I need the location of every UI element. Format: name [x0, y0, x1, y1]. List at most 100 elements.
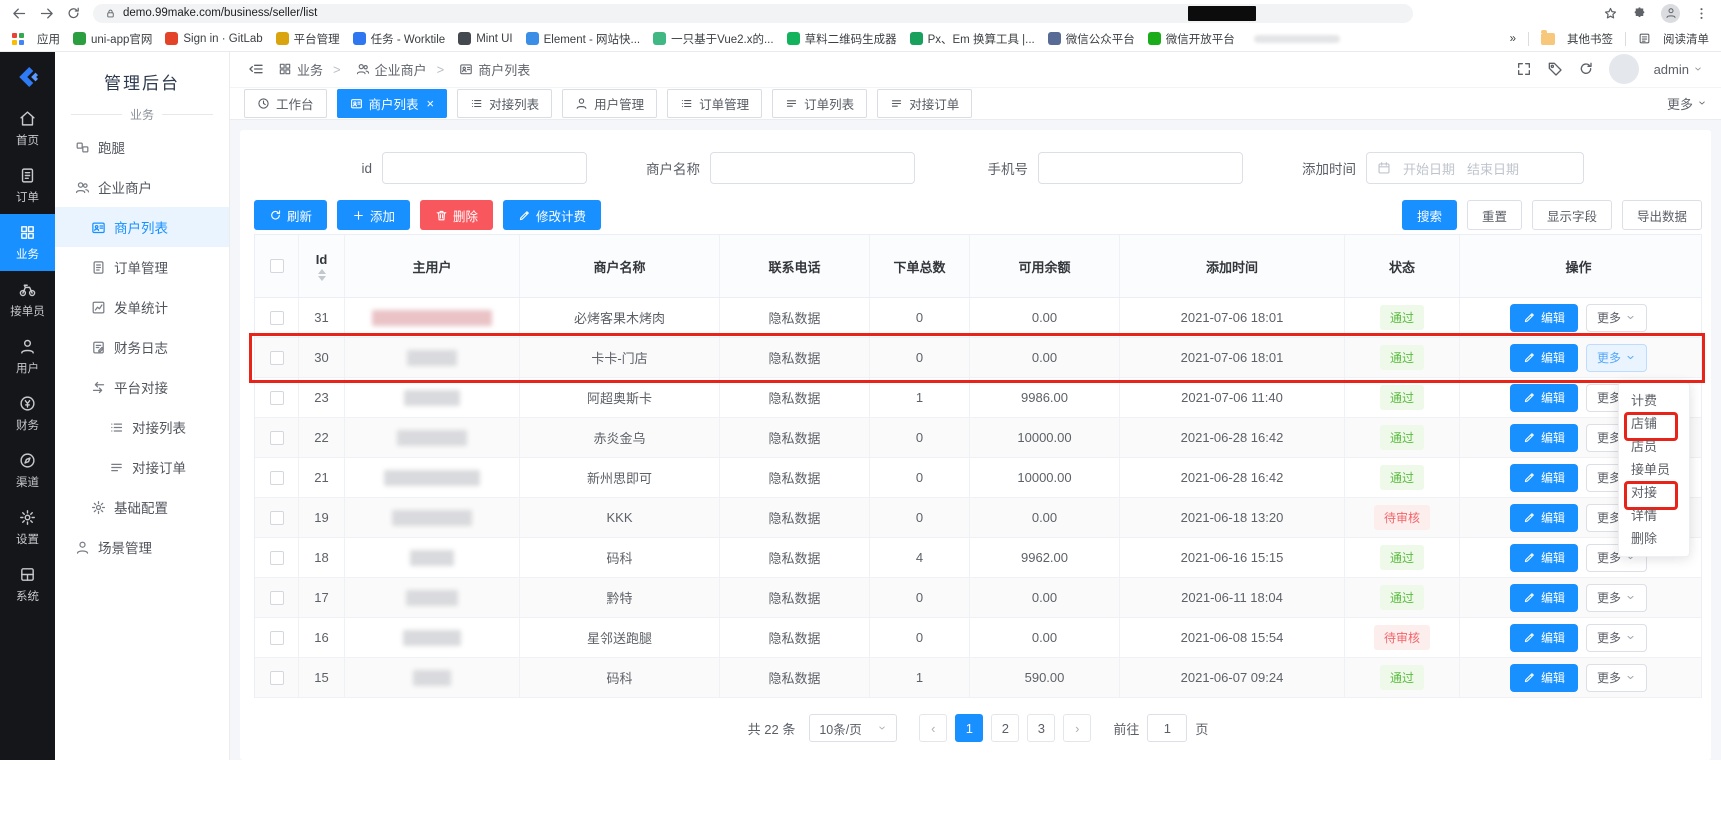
rail-item[interactable]: 设置	[0, 499, 55, 556]
more-button[interactable]: 更多	[1586, 584, 1647, 612]
fullscreen-icon[interactable]	[1516, 61, 1532, 77]
prev-page-button[interactable]: ‹	[919, 714, 947, 742]
browser-menu-icon[interactable]	[1694, 6, 1709, 21]
rail-item[interactable]: 渠道	[0, 442, 55, 499]
sort-icon[interactable]	[318, 269, 326, 281]
rail-item[interactable]: 系统	[0, 556, 55, 613]
rail-item[interactable]: 接单员	[0, 271, 55, 328]
tab[interactable]: 订单管理	[667, 89, 762, 118]
extensions-icon[interactable]	[1632, 6, 1647, 21]
dropdown-item[interactable]: 计费	[1619, 389, 1689, 412]
sidebar-item[interactable]: 发单统计	[55, 287, 229, 327]
apps-label[interactable]: 应用	[37, 31, 60, 47]
dropdown-item[interactable]: 对接	[1619, 481, 1689, 504]
next-page-button[interactable]: ›	[1063, 714, 1091, 742]
edit-button[interactable]: 编辑	[1510, 584, 1578, 612]
sidebar-item[interactable]: 商户列表	[55, 207, 229, 247]
bookmark[interactable]: 草料二维码生成器	[787, 31, 897, 47]
other-bookmarks-label[interactable]: 其他书签	[1567, 31, 1613, 47]
select-all-checkbox[interactable]	[270, 259, 284, 273]
tab[interactable]: 商户列表 ×	[337, 89, 448, 118]
tab[interactable]: 对接列表	[457, 89, 552, 118]
edit-button[interactable]: 编辑	[1510, 304, 1578, 332]
breadcrumb-item[interactable]: 企业商户	[323, 60, 427, 79]
bookmark[interactable]: Mint UI	[458, 32, 512, 45]
row-checkbox[interactable]	[270, 631, 284, 645]
rail-item[interactable]: 用户	[0, 328, 55, 385]
theme-icon[interactable]	[1547, 61, 1563, 77]
action-button[interactable]: 重置	[1467, 200, 1522, 230]
avatar[interactable]	[1609, 54, 1639, 84]
more-button[interactable]: 更多	[1586, 304, 1647, 332]
action-button[interactable]: 导出数据	[1622, 200, 1702, 230]
row-checkbox[interactable]	[270, 671, 284, 685]
dropdown-item[interactable]: 店铺	[1619, 412, 1689, 435]
sidebar-item[interactable]: 对接订单	[55, 447, 229, 487]
bookmark[interactable]: 任务 - Worktile	[353, 31, 446, 47]
action-button[interactable]: 刷新	[254, 200, 327, 230]
tab[interactable]: 用户管理	[562, 89, 657, 118]
page-size-select[interactable]: 10条/页	[809, 714, 897, 742]
sidebar-item[interactable]: 基础配置	[55, 487, 229, 527]
row-checkbox[interactable]	[270, 471, 284, 485]
more-button[interactable]: 更多	[1586, 344, 1647, 372]
rail-item[interactable]: 首页	[0, 100, 55, 157]
more-button[interactable]: 更多	[1586, 664, 1647, 692]
dropdown-item[interactable]: 详情	[1619, 504, 1689, 527]
sidebar-item[interactable]: 对接列表	[55, 407, 229, 447]
dropdown-item[interactable]: 删除	[1619, 527, 1689, 550]
row-checkbox[interactable]	[270, 311, 284, 325]
apps-grid-icon[interactable]	[12, 33, 24, 45]
action-button[interactable]: 添加	[337, 200, 410, 230]
sidebar-item[interactable]: 企业商户	[55, 167, 229, 207]
bookmark[interactable]: 微信公众平台	[1048, 31, 1135, 47]
column-id[interactable]: Id	[299, 235, 345, 297]
sidebar-item[interactable]: 平台对接	[55, 367, 229, 407]
breadcrumb-item[interactable]: 商户列表	[427, 60, 531, 79]
bookmarks-overflow-chevron[interactable]: »	[1510, 33, 1516, 45]
more-button[interactable]: 更多	[1586, 624, 1647, 652]
sidebar-item[interactable]: 场景管理	[55, 527, 229, 567]
action-button[interactable]: 搜索	[1402, 200, 1457, 230]
bookmark-star-icon[interactable]	[1603, 6, 1618, 21]
goto-page-input[interactable]	[1147, 714, 1187, 742]
edit-button[interactable]: 编辑	[1510, 464, 1578, 492]
bookmark[interactable]: Element - 网站快...	[526, 31, 641, 47]
action-button[interactable]: 显示字段	[1532, 200, 1612, 230]
sidebar-item[interactable]: 订单管理	[55, 247, 229, 287]
admin-menu[interactable]: admin	[1654, 62, 1703, 77]
phone-input[interactable]	[1038, 152, 1243, 184]
sidebar-item[interactable]: 财务日志	[55, 327, 229, 367]
address-bar[interactable]: demo.99make.com/business/seller/list	[93, 4, 1413, 23]
row-checkbox[interactable]	[270, 391, 284, 405]
edit-button[interactable]: 编辑	[1510, 424, 1578, 452]
rail-item[interactable]: 订单	[0, 157, 55, 214]
back-icon[interactable]	[12, 6, 27, 21]
edit-button[interactable]: 编辑	[1510, 384, 1578, 412]
page-number-button[interactable]: 2	[991, 714, 1019, 742]
browser-profile-avatar[interactable]	[1661, 4, 1680, 23]
tab[interactable]: 订单列表	[772, 89, 867, 118]
edit-button[interactable]: 编辑	[1510, 624, 1578, 652]
row-checkbox[interactable]	[270, 431, 284, 445]
sidebar-item[interactable]: 跑腿	[55, 127, 229, 167]
refresh-icon[interactable]	[1578, 61, 1594, 77]
reload-icon[interactable]	[66, 6, 81, 21]
row-checkbox[interactable]	[270, 591, 284, 605]
bookmark[interactable]: 一只基于Vue2.x的...	[653, 31, 773, 47]
row-checkbox[interactable]	[270, 351, 284, 365]
id-input[interactable]	[382, 152, 587, 184]
action-button[interactable]: 修改计费	[503, 200, 601, 230]
forward-icon[interactable]	[39, 6, 54, 21]
rail-item[interactable]: 财务	[0, 385, 55, 442]
bookmark[interactable]: 微信开放平台	[1148, 31, 1235, 47]
page-number-button[interactable]: 1	[955, 714, 983, 742]
dropdown-item[interactable]: 店员	[1619, 435, 1689, 458]
close-icon[interactable]: ×	[427, 96, 435, 111]
tab[interactable]: 对接订单	[877, 89, 972, 118]
collapse-sidebar-icon[interactable]	[248, 61, 264, 77]
edit-button[interactable]: 编辑	[1510, 344, 1578, 372]
bookmark[interactable]: 平台管理	[276, 31, 340, 47]
edit-button[interactable]: 编辑	[1510, 664, 1578, 692]
tab[interactable]: 工作台	[244, 89, 327, 118]
